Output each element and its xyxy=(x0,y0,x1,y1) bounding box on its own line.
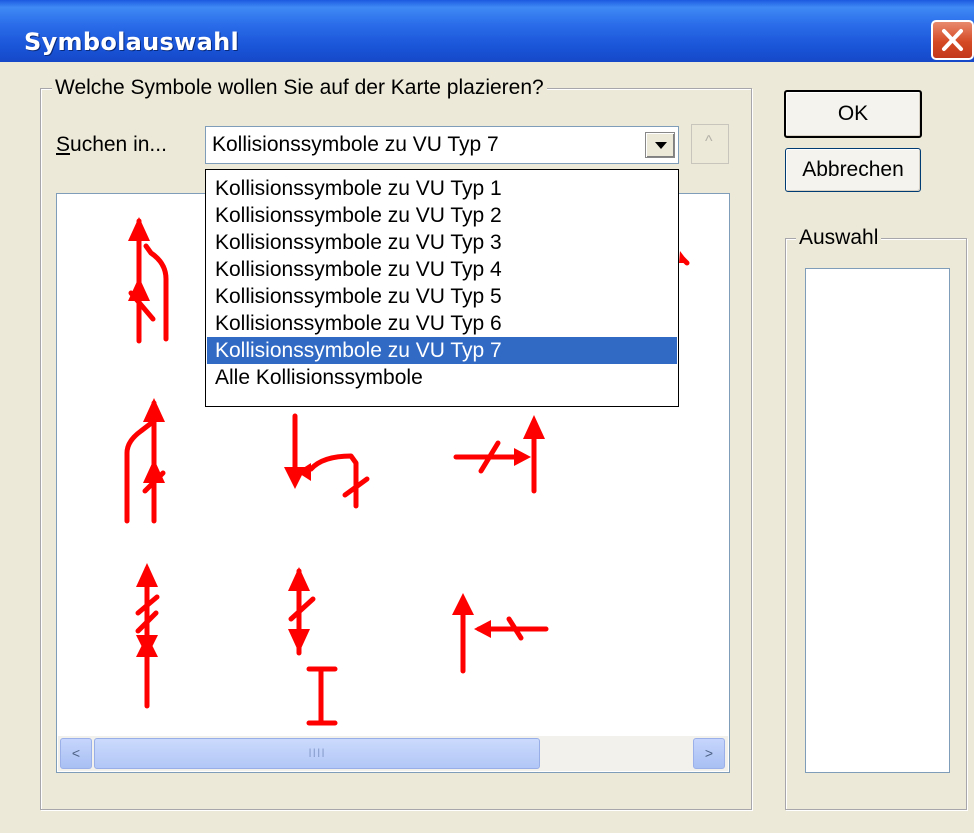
dropdown-option[interactable]: Kollisionssymbole zu VU Typ 3 xyxy=(207,229,677,256)
dropdown-option[interactable]: Kollisionssymbole zu VU Typ 5 xyxy=(207,283,677,310)
collision-symbol-3[interactable] xyxy=(292,413,370,509)
horizontal-scrollbar[interactable]: < IIII > xyxy=(58,736,728,771)
up-button[interactable]: ^ xyxy=(691,124,729,164)
window-title: Symbolauswahl xyxy=(24,28,239,56)
dropdown-option[interactable]: Kollisionssymbole zu VU Typ 2 xyxy=(207,202,677,229)
selection-list[interactable] xyxy=(805,268,950,773)
ok-button[interactable]: OK xyxy=(784,90,922,138)
chevron-right-icon: > xyxy=(704,745,714,761)
cancel-button[interactable]: Abbrechen xyxy=(785,148,921,192)
dropdown-option[interactable]: Alle Kollisionssymbole xyxy=(207,364,677,391)
dropdown-option[interactable]: Kollisionssymbole zu VU Typ 1 xyxy=(207,175,677,202)
search-dropdown[interactable]: Kollisionssymbole zu VU Typ 7 xyxy=(205,126,679,164)
close-icon xyxy=(942,29,963,51)
scroll-right-button[interactable]: > xyxy=(693,738,725,769)
dropdown-option-selected[interactable]: Kollisionssymbole zu VU Typ 7 xyxy=(207,337,677,364)
scroll-left-button[interactable]: < xyxy=(60,738,92,769)
chevron-left-icon: < xyxy=(71,745,81,761)
dropdown-option[interactable]: Kollisionssymbole zu VU Typ 4 xyxy=(207,256,677,283)
scroll-thumb[interactable]: IIII xyxy=(94,738,540,769)
search-dropdown-list[interactable]: Kollisionssymbole zu VU Typ 1 Kollisions… xyxy=(205,169,679,407)
close-button[interactable] xyxy=(931,20,974,60)
search-label: Suchen in... xyxy=(56,133,167,156)
selection-group-label: Auswahl xyxy=(796,226,882,250)
dropdown-arrow-icon[interactable] xyxy=(645,132,675,158)
up-arrow-icon: ^ xyxy=(705,133,713,150)
dropdown-option[interactable]: Kollisionssymbole zu VU Typ 6 xyxy=(207,310,677,337)
collision-symbol-7[interactable] xyxy=(460,598,549,674)
symbol-group-label: Welche Symbole wollen Sie auf der Karte … xyxy=(52,76,547,100)
search-dropdown-value: Kollisionssymbole zu VU Typ 7 xyxy=(212,133,499,156)
title-bar[interactable]: Symbolauswahl xyxy=(0,0,974,62)
collision-symbol-4[interactable] xyxy=(453,430,537,494)
scroll-grip-icon: IIII xyxy=(308,746,326,760)
